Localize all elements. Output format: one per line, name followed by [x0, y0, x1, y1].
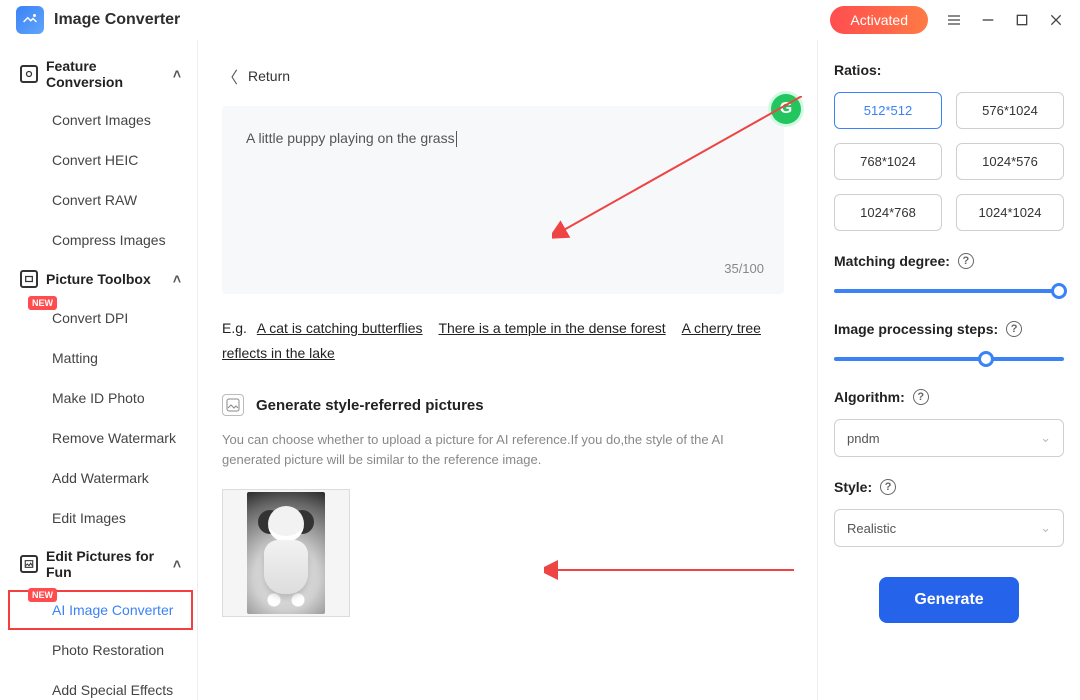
ratio-1024-576[interactable]: 1024*576	[956, 143, 1064, 180]
minimize-icon[interactable]	[980, 12, 996, 28]
generate-button[interactable]: Generate	[879, 577, 1019, 623]
toolbox-icon	[20, 270, 38, 288]
sidebar-item-add-watermark[interactable]: Add Watermark	[8, 458, 193, 498]
sidebar: Feature Conversion ˄ Convert Images Conv…	[0, 40, 198, 700]
algorithm-select[interactable]: pndm⌄	[834, 419, 1064, 457]
section-title: Edit Pictures for Fun	[46, 548, 173, 580]
example-link-2[interactable]: There is a temple in the dense forest	[438, 320, 665, 336]
main-area: 〈 Return A little puppy playing on the g…	[198, 40, 818, 700]
sidebar-item-convert-raw[interactable]: Convert RAW	[8, 180, 193, 220]
close-icon[interactable]	[1048, 12, 1064, 28]
processing-steps-slider[interactable]	[834, 351, 1064, 367]
sidebar-item-add-special-effects[interactable]: Add Special Effects	[8, 670, 193, 700]
processing-steps-label: Image processing steps:?	[834, 321, 1064, 337]
chevron-up-icon: ˄	[173, 66, 181, 82]
style-section-title: Generate style-referred pictures	[256, 397, 484, 414]
chevron-down-icon: ⌄	[1040, 430, 1051, 446]
ratio-576-1024[interactable]: 576*1024	[956, 92, 1064, 129]
ratios-label: Ratios:	[834, 62, 1064, 78]
sidebar-item-photo-restoration[interactable]: Photo Restoration	[8, 630, 193, 670]
ratio-1024-768[interactable]: 1024*768	[834, 194, 942, 231]
style-section-desc: You can choose whether to upload a pictu…	[222, 430, 784, 469]
ratio-512-512[interactable]: 512*512	[834, 92, 942, 129]
app-logo	[16, 6, 44, 34]
ratio-1024-1024[interactable]: 1024*1024	[956, 194, 1064, 231]
sidebar-item-convert-heic[interactable]: Convert HEIC	[8, 140, 193, 180]
grammarly-icon[interactable]: G	[771, 94, 801, 124]
chevron-up-icon: ˄	[173, 556, 181, 572]
image-icon	[222, 394, 244, 416]
return-button[interactable]: 〈 Return	[222, 64, 793, 88]
return-label: Return	[248, 68, 290, 84]
titlebar: Image Converter Activated	[0, 0, 1080, 40]
help-icon[interactable]: ?	[958, 253, 974, 269]
style-select[interactable]: Realistic⌄	[834, 509, 1064, 547]
new-badge: NEW	[28, 296, 57, 310]
help-icon[interactable]: ?	[880, 479, 896, 495]
chevron-left-icon: 〈	[222, 64, 238, 88]
section-title: Feature Conversion	[46, 58, 173, 90]
menu-icon[interactable]	[946, 12, 962, 28]
eg-prefix: E.g.	[222, 320, 247, 336]
chevron-up-icon: ˄	[173, 271, 181, 287]
style-label: Style:?	[834, 479, 1064, 495]
sidebar-item-convert-dpi[interactable]: NEWConvert DPI	[8, 298, 193, 338]
ratio-grid: 512*512 576*1024 768*1024 1024*576 1024*…	[834, 92, 1064, 231]
app-name: Image Converter	[54, 11, 180, 29]
sidebar-item-matting[interactable]: Matting	[8, 338, 193, 378]
matching-degree-slider[interactable]	[834, 283, 1064, 299]
example-row: E.g. A cat is catching butterflies There…	[222, 316, 784, 366]
hexagon-icon	[20, 65, 38, 83]
section-title: Picture Toolbox	[46, 271, 151, 287]
picture-icon	[20, 555, 38, 573]
chevron-down-icon: ⌄	[1040, 520, 1051, 536]
new-badge: NEW	[28, 588, 57, 602]
example-link-1[interactable]: A cat is catching butterflies	[257, 320, 423, 336]
section-edit-for-fun[interactable]: Edit Pictures for Fun ˄	[8, 538, 193, 590]
settings-panel: Ratios: 512*512 576*1024 768*1024 1024*5…	[818, 40, 1080, 700]
section-feature-conversion[interactable]: Feature Conversion ˄	[8, 48, 193, 100]
maximize-icon[interactable]	[1014, 12, 1030, 28]
style-section-header: Generate style-referred pictures	[222, 394, 793, 416]
reference-image-slot[interactable]	[222, 489, 350, 617]
prompt-input[interactable]: A little puppy playing on the grass 35/1…	[222, 106, 784, 294]
reference-image-preview	[247, 492, 325, 614]
sidebar-item-compress-images[interactable]: Compress Images	[8, 220, 193, 260]
sidebar-item-convert-images[interactable]: Convert Images	[8, 100, 193, 140]
annotation-arrow-2	[544, 550, 804, 590]
section-picture-toolbox[interactable]: Picture Toolbox ˄	[8, 260, 193, 298]
algorithm-label: Algorithm:?	[834, 389, 1064, 405]
sidebar-item-edit-images[interactable]: Edit Images	[8, 498, 193, 538]
sidebar-item-make-id-photo[interactable]: Make ID Photo	[8, 378, 193, 418]
sidebar-item-ai-image-converter[interactable]: NEWAI Image Converter	[8, 590, 193, 630]
matching-degree-label: Matching degree:?	[834, 253, 1064, 269]
activated-badge[interactable]: Activated	[830, 6, 928, 34]
help-icon[interactable]: ?	[1006, 321, 1022, 337]
help-icon[interactable]: ?	[913, 389, 929, 405]
char-count: 35/100	[724, 261, 764, 276]
ratio-768-1024[interactable]: 768*1024	[834, 143, 942, 180]
sidebar-item-remove-watermark[interactable]: Remove Watermark	[8, 418, 193, 458]
prompt-text: A little puppy playing on the grass	[246, 130, 455, 146]
